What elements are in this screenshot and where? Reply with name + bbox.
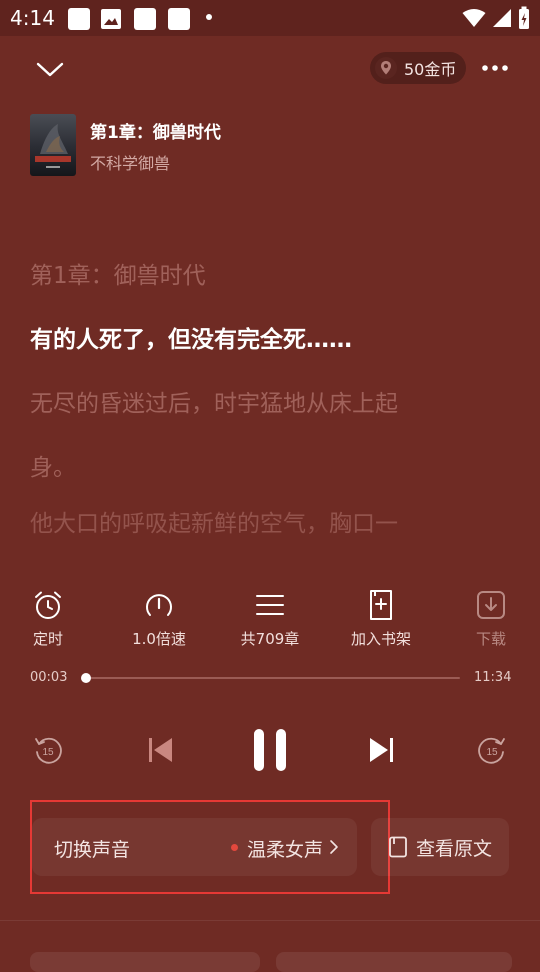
next-chapter-button[interactable] <box>362 730 402 770</box>
book-cover[interactable] <box>30 114 76 176</box>
rewind-15-icon: 15 <box>35 737 62 764</box>
bookshelf-add-icon <box>364 588 398 622</box>
forward-15-button[interactable]: 15 <box>474 732 510 768</box>
reading-line: 他大口的呼吸起新鲜的空气，胸口一 <box>30 511 398 537</box>
pause-icon <box>254 729 286 771</box>
status-bar: 4:14 <box>0 0 540 36</box>
list-icon <box>253 588 287 622</box>
skip-previous-icon <box>149 738 172 762</box>
chapters-button[interactable]: 共709章 <box>220 588 320 649</box>
download-button[interactable]: 下载 <box>441 588 540 649</box>
reading-line-current: 有的人死了，但没有完全死…… <box>30 327 352 353</box>
coin-count: 50金币 <box>404 60 457 79</box>
chapter-title[interactable]: 第1章：御兽时代 <box>90 118 221 143</box>
book-icon <box>389 836 407 858</box>
forward-15-icon: 15 <box>478 737 505 764</box>
timer-button[interactable]: 定时 <box>0 588 98 649</box>
book-name[interactable]: 不科学御兽 <box>90 150 170 174</box>
more-button[interactable] <box>478 56 512 80</box>
total-time: 11:34 <box>474 670 512 685</box>
previous-chapter-button[interactable] <box>140 730 180 770</box>
more-notifications-icon <box>206 14 212 20</box>
reading-line: 身。 <box>30 455 76 481</box>
add-bookshelf-button[interactable]: 加入书架 <box>331 588 431 649</box>
chapters-label: 共709章 <box>240 630 300 648</box>
current-time: 00:03 <box>30 670 68 685</box>
voice-status-dot <box>231 844 238 851</box>
reading-line: 无尽的昏迷过后，时宇猛地从床上起 <box>30 391 398 417</box>
alarm-clock-icon <box>31 588 65 622</box>
reading-line: 第1章：御兽时代 <box>30 263 206 289</box>
progress-thumb[interactable] <box>80 673 91 683</box>
speed-label: 1.0倍速 <box>132 630 186 648</box>
view-original-label: 查看原文 <box>415 837 492 860</box>
notification-icon <box>168 8 190 30</box>
status-time: 4:14 <box>10 6 55 30</box>
download-label: 下载 <box>475 630 506 648</box>
svg-text:15: 15 <box>42 747 54 758</box>
svg-text:15: 15 <box>486 747 498 758</box>
battery-icon <box>519 6 529 29</box>
notification-icon <box>134 8 156 30</box>
progress-bar[interactable] <box>80 673 460 683</box>
current-voice: 温柔女声 <box>247 839 324 861</box>
wifi-icon <box>462 9 486 27</box>
pause-button[interactable] <box>246 722 294 778</box>
timer-label: 定时 <box>32 630 63 648</box>
view-original-button[interactable]: 查看原文 <box>371 818 509 876</box>
add-bookshelf-label: 加入书架 <box>350 630 411 648</box>
switch-voice-button[interactable]: 切换声音 温柔女声 <box>32 818 357 876</box>
skip-next-icon <box>370 738 393 762</box>
recommendation-card[interactable] <box>30 952 260 972</box>
gallery-icon <box>100 8 122 30</box>
notification-icon <box>68 8 90 30</box>
switch-voice-label: 切换声音 <box>54 839 131 861</box>
tool-bar: 定时 1.0倍速 共709章 加入书架 下载 <box>0 588 540 654</box>
recommendation-card[interactable] <box>276 952 512 972</box>
coin-icon <box>374 56 398 80</box>
chevron-right-icon <box>330 840 338 854</box>
top-bar: 50金币 <box>0 36 540 106</box>
speedometer-icon <box>142 588 176 622</box>
speed-button[interactable]: 1.0倍速 <box>109 588 209 649</box>
download-icon <box>474 588 508 622</box>
divider <box>0 920 540 921</box>
coin-badge[interactable]: 50金币 <box>370 52 466 84</box>
rewind-15-button[interactable]: 15 <box>30 732 66 768</box>
collapse-button[interactable] <box>28 50 72 90</box>
more-dots-icon <box>482 65 508 71</box>
signal-icon <box>493 9 511 27</box>
chevron-down-icon <box>36 62 64 77</box>
